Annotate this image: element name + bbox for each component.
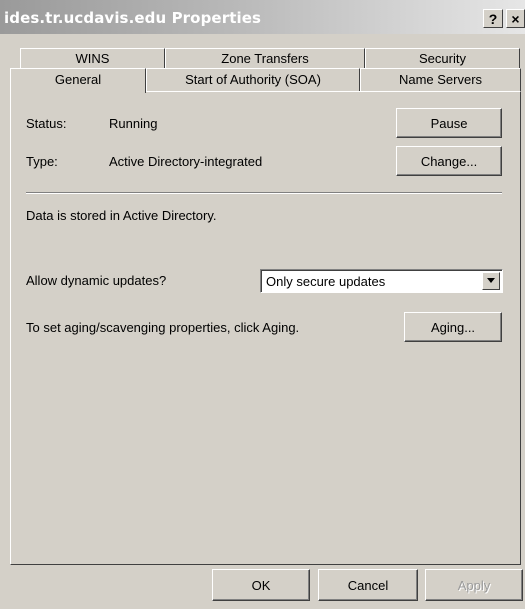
properties-dialog: ides.tr.ucdavis.edu Properties ? × WINS …: [0, 0, 525, 609]
status-value: Running: [109, 116, 158, 131]
dropdown-button[interactable]: [482, 272, 500, 290]
dynamic-updates-select[interactable]: Only secure updates: [260, 269, 503, 293]
ok-button[interactable]: OK: [212, 569, 310, 601]
aging-text: To set aging/scavenging properties, clic…: [26, 320, 300, 335]
status-label: Status:: [26, 116, 67, 131]
general-content: Status: Running Pause Type: Active Direc…: [0, 0, 525, 609]
chevron-down-icon: [487, 278, 495, 283]
apply-button[interactable]: Apply: [425, 569, 523, 601]
cancel-button[interactable]: Cancel: [318, 569, 418, 601]
dynamic-updates-value: Only secure updates: [266, 274, 386, 289]
aging-button[interactable]: Aging...: [404, 312, 502, 342]
change-button[interactable]: Change...: [396, 146, 502, 176]
storage-text: Data is stored in Active Directory.: [26, 208, 217, 223]
dynamic-updates-label: Allow dynamic updates?: [26, 273, 167, 288]
type-value: Active Directory-integrated: [109, 154, 263, 169]
pause-button[interactable]: Pause: [396, 108, 502, 138]
type-label: Type:: [26, 154, 58, 169]
separator: [26, 192, 502, 194]
